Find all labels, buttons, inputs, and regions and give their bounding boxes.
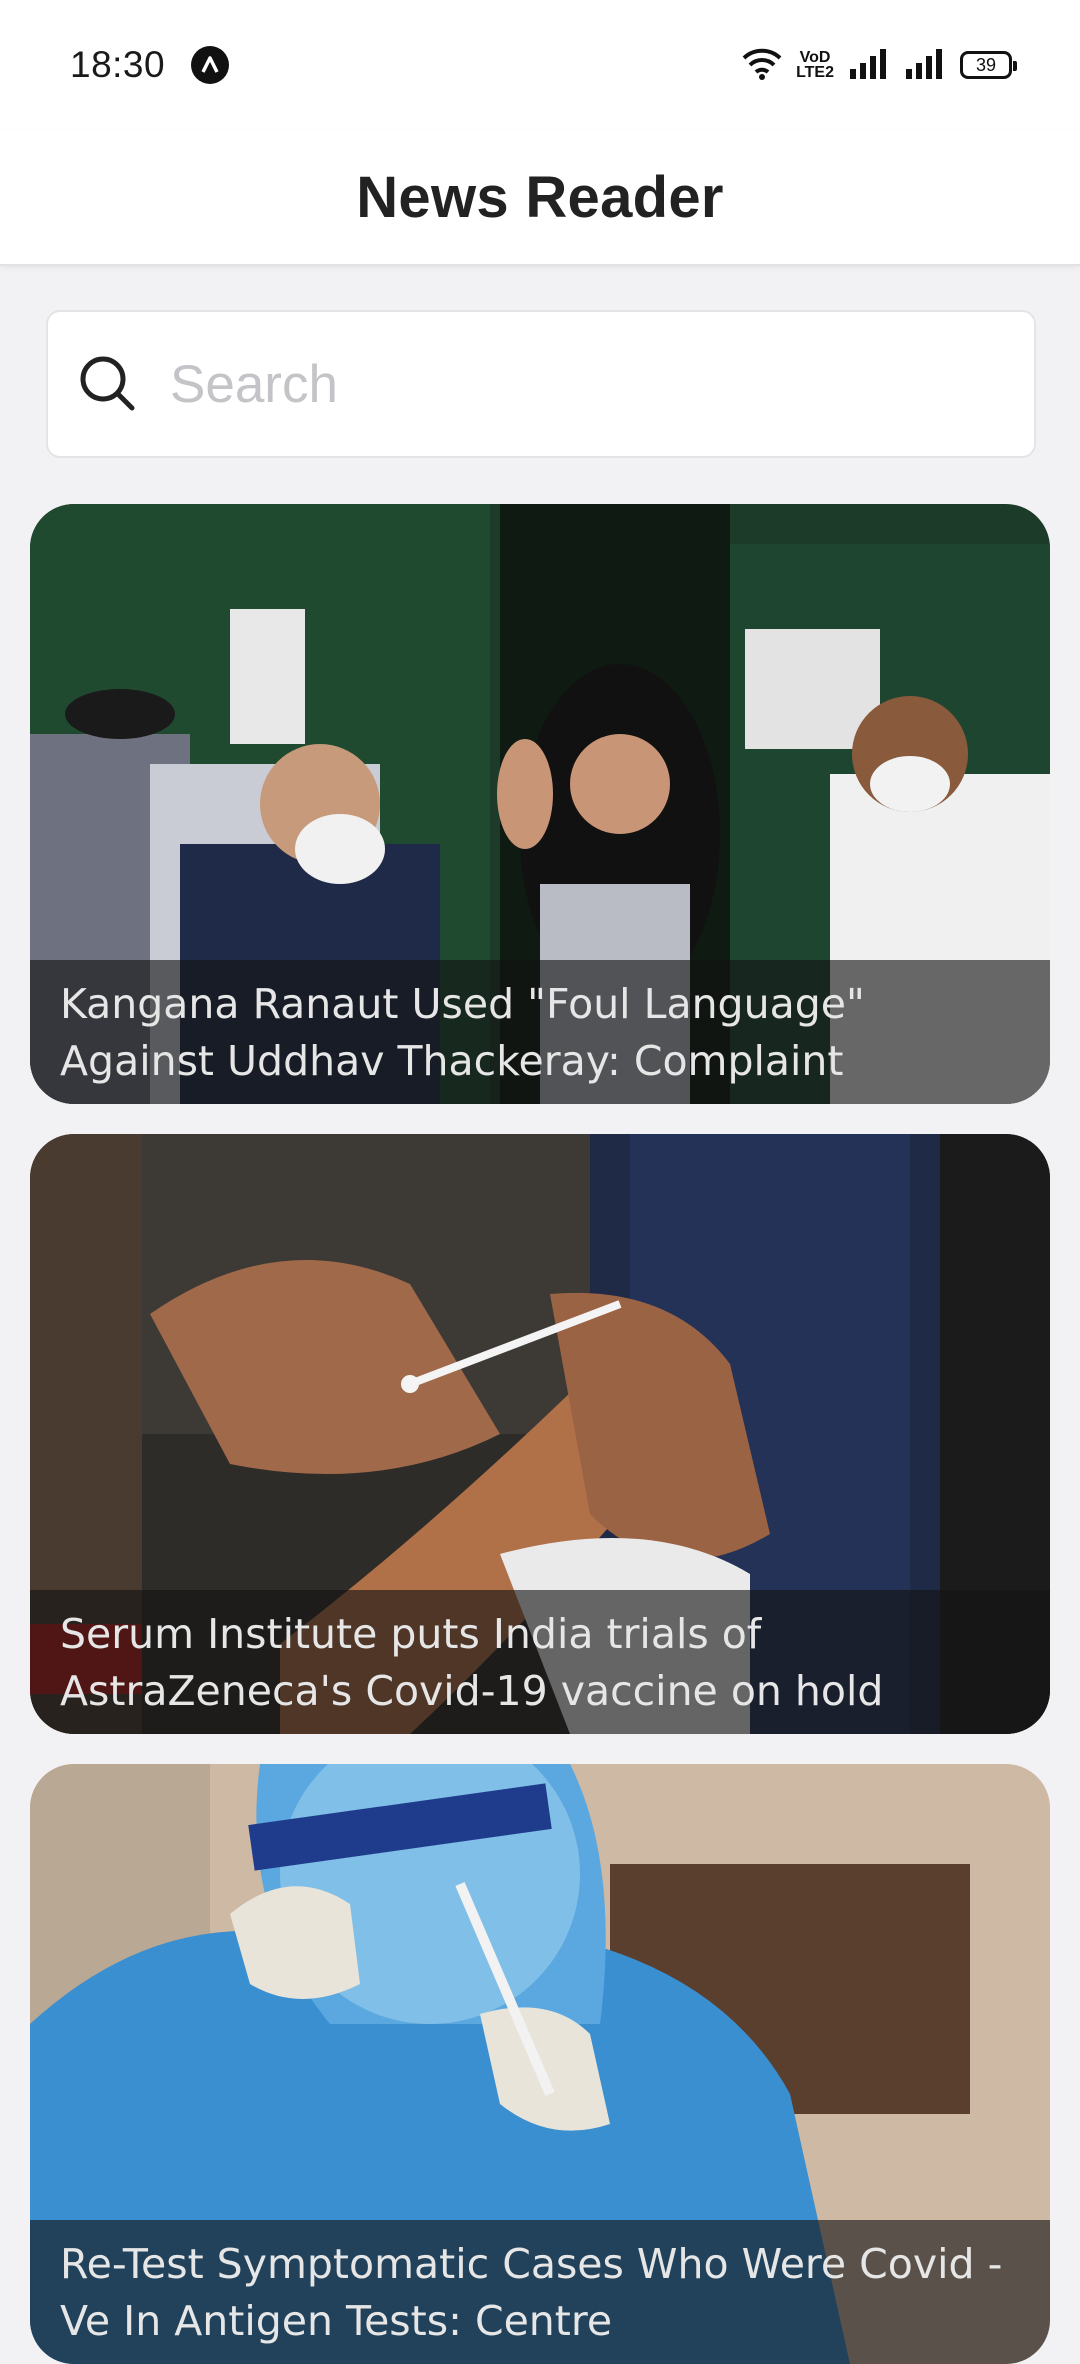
page-title: News Reader [356, 164, 724, 230]
news-caption: Kangana Ranaut Used "Foul Language" Agai… [30, 960, 1050, 1104]
news-card[interactable]: Kangana Ranaut Used "Foul Language" Agai… [30, 504, 1050, 1104]
news-caption: Re-Test Symptomatic Cases Who Were Covid… [30, 2220, 1050, 2364]
signal-icon [904, 47, 946, 84]
search-bar[interactable] [46, 310, 1036, 458]
search-icon [78, 354, 138, 414]
volte-top-label: VoD [799, 49, 831, 66]
wifi-icon [742, 46, 782, 85]
battery-icon: 39 [960, 51, 1017, 79]
signal-icon [848, 47, 890, 84]
news-card[interactable]: Serum Institute puts India trials of Ast… [30, 1134, 1050, 1734]
news-title: Serum Institute puts India trials of Ast… [60, 1610, 884, 1715]
volte-icon: VoD LTE2 [796, 49, 834, 81]
app-bar: News Reader [0, 130, 1080, 266]
news-card[interactable]: Re-Test Symptomatic Cases Who Were Covid… [30, 1764, 1050, 2364]
status-time: 18:30 [70, 44, 166, 85]
volte-bottom-label: LTE2 [796, 64, 834, 81]
status-bar: 18:30 VoD LTE2 39 [0, 0, 1080, 130]
status-right: VoD LTE2 39 [742, 46, 1017, 85]
news-title: Kangana Ranaut Used "Foul Language" Agai… [60, 980, 865, 1085]
status-left: 18:30 [70, 44, 230, 86]
news-caption: Serum Institute puts India trials of Ast… [30, 1590, 1050, 1734]
news-title: Re-Test Symptomatic Cases Who Were Covid… [60, 2240, 1003, 2345]
search-input[interactable] [170, 353, 990, 415]
battery-level: 39 [975, 54, 997, 75]
navigation-app-icon [191, 46, 230, 84]
